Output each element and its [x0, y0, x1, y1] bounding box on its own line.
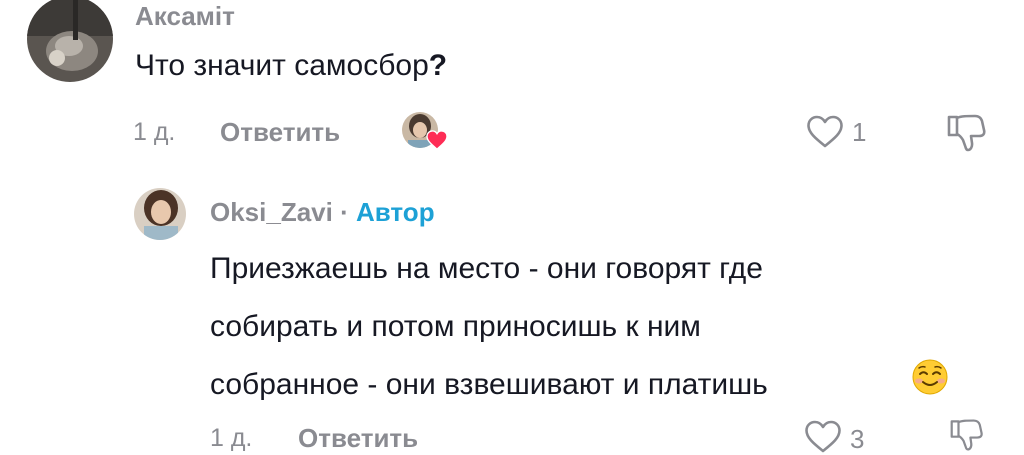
reply-text-line: Приезжаешь на место - они говорят где — [210, 252, 763, 285]
reply-dislike-thumb-down-icon[interactable] — [945, 418, 989, 452]
reply-like-heart-icon[interactable] — [804, 420, 842, 454]
commenter-username[interactable]: Аксаміт — [135, 1, 235, 32]
reply-like-count: 3 — [850, 424, 865, 454]
comment-text-question-mark: ? — [428, 49, 448, 82]
reply-username-row: Oksi_Zavi · Автор — [210, 197, 435, 228]
like-count: 1 — [852, 117, 867, 147]
heart-filled-icon — [426, 130, 448, 150]
reply-text-line: собирать и потом приносишь к ним — [210, 310, 701, 343]
reply-username[interactable]: Oksi_Zavi — [210, 197, 333, 227]
liked-by-creator-indicator — [402, 112, 448, 152]
commenter-avatar[interactable] — [27, 0, 113, 82]
reply-author-avatar[interactable] — [134, 188, 186, 240]
reply-to-reply-button[interactable]: Ответить — [298, 423, 418, 454]
reply-timestamp: 1 д. — [210, 424, 253, 452]
reply-text: Приезжаешь на место - они говорят где со… — [210, 240, 768, 414]
author-badge: Автор — [356, 197, 435, 227]
reply-text-line-last: собранное - они взвешивают и платишь — [210, 356, 768, 414]
comment-timestamp: 1 д. — [133, 118, 176, 146]
smiling-face-emoji-icon — [912, 359, 948, 395]
separator-dot: · — [340, 197, 349, 227]
like-heart-icon[interactable] — [806, 115, 844, 149]
comment-text: Что значит самосбор? — [135, 46, 447, 86]
comment-text-body: Что значит самосбор — [135, 49, 429, 82]
reply-text-line: собранное - они взвешивают и платишь — [210, 368, 768, 401]
dislike-thumb-down-icon[interactable] — [945, 113, 989, 153]
reply-button[interactable]: Ответить — [220, 117, 340, 148]
